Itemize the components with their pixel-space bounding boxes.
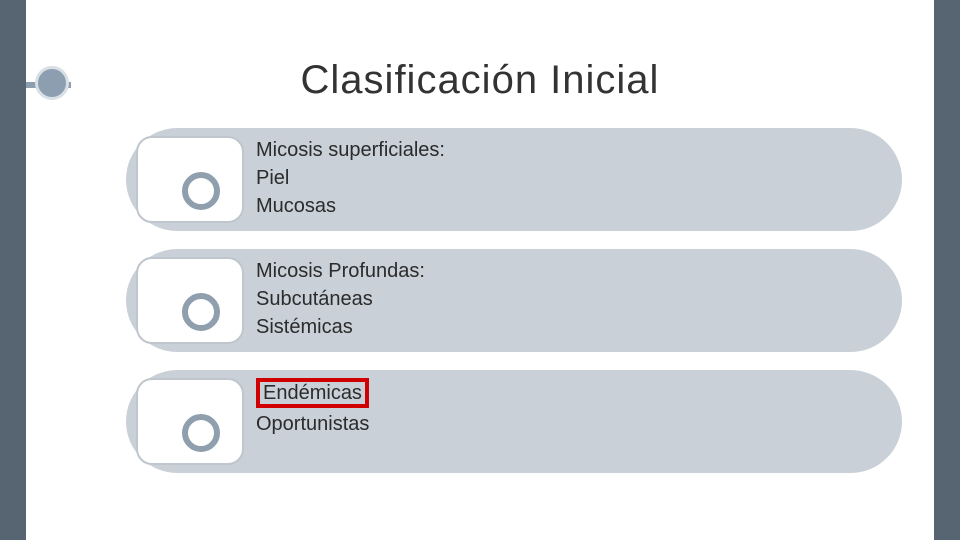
- text-line: Micosis Profundas:: [256, 257, 425, 285]
- text-line: Micosis superficiales:: [256, 136, 445, 164]
- item-icon-box: [136, 257, 244, 344]
- item-text: Micosis superficiales: Piel Mucosas: [256, 136, 445, 220]
- slide-title: Clasificación Inicial: [26, 58, 934, 103]
- item-text: Endémicas Oportunistas: [256, 378, 369, 438]
- content-list: Micosis superficiales: Piel Mucosas Mico…: [126, 128, 902, 491]
- slide: Clasificación Inicial Micosis superficia…: [26, 0, 934, 540]
- item-icon-box: [136, 378, 244, 465]
- text-line: Sistémicas: [256, 313, 425, 341]
- list-item: Micosis Profundas: Subcutáneas Sistémica…: [126, 249, 902, 352]
- item-text: Micosis Profundas: Subcutáneas Sistémica…: [256, 257, 425, 341]
- list-item: Micosis superficiales: Piel Mucosas: [126, 128, 902, 231]
- item-icon-box: [136, 136, 244, 223]
- text-line: Oportunistas: [256, 410, 369, 438]
- highlight-box: Endémicas: [256, 378, 369, 408]
- list-item: Endémicas Oportunistas: [126, 370, 902, 473]
- text-line: Endémicas: [256, 378, 369, 410]
- circle-icon: [182, 172, 220, 210]
- text-line: Mucosas: [256, 192, 445, 220]
- text-line: Subcutáneas: [256, 285, 425, 313]
- circle-icon: [182, 414, 220, 452]
- text-line: Piel: [256, 164, 445, 192]
- circle-icon: [182, 293, 220, 331]
